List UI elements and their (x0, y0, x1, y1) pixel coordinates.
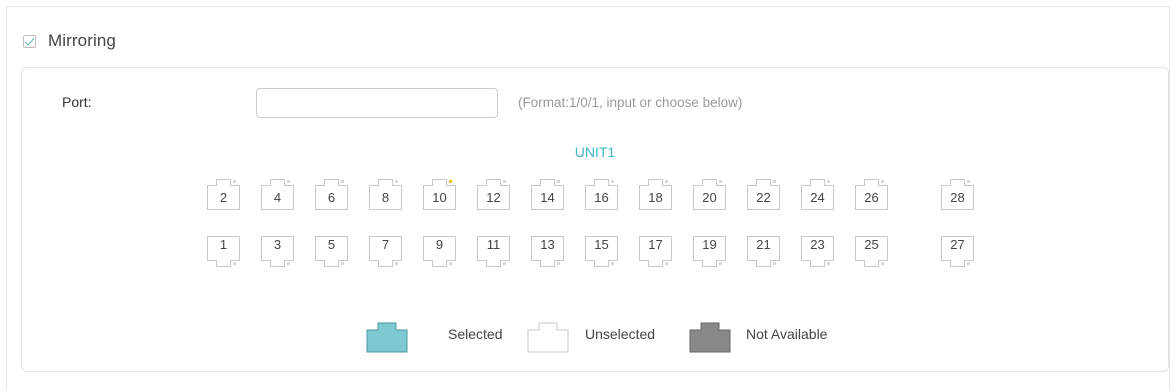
port-format-hint: (Format:1/0/1, input or choose below) (518, 95, 743, 110)
port-number: 25 (864, 237, 879, 252)
unit-label: UNIT1 (574, 144, 616, 160)
port-led-icon (557, 262, 560, 265)
port-number: 19 (702, 237, 717, 252)
port-led-icon (827, 262, 830, 265)
port-25[interactable]: 25 (855, 236, 888, 268)
port-number: 13 (540, 237, 555, 252)
selected-port-icon (366, 322, 408, 353)
port-led-icon (395, 262, 398, 265)
port-5[interactable]: 5 (315, 236, 348, 268)
port-number: 3 (273, 237, 282, 252)
port-led-icon (233, 180, 236, 183)
port-24[interactable]: 24 (801, 178, 834, 210)
port-number: 5 (327, 237, 336, 252)
port-number: 27 (950, 237, 965, 252)
port-12[interactable]: 12 (477, 178, 510, 210)
port-9[interactable]: 9 (423, 236, 456, 268)
link-indicator-icon (449, 180, 452, 183)
port-led-icon (881, 180, 884, 183)
port-input[interactable] (256, 88, 498, 118)
legend-not-available-label: Not Available (746, 326, 828, 342)
port-number: 9 (435, 237, 444, 252)
mirroring-panel: Port: (Format:1/0/1, input or choose bel… (21, 67, 1169, 372)
port-led-icon (287, 262, 290, 265)
port-number: 1 (219, 237, 228, 252)
port-number: 28 (950, 190, 965, 205)
port-label: Port: (62, 94, 92, 110)
port-10[interactable]: 10 (423, 178, 456, 210)
port-28[interactable]: 28 (941, 178, 974, 210)
port-4[interactable]: 4 (261, 178, 294, 210)
port-led-icon (611, 180, 614, 183)
mirroring-checkbox[interactable] (23, 34, 36, 48)
port-20[interactable]: 20 (693, 178, 726, 210)
port-number: 20 (702, 190, 717, 205)
port-number: 7 (381, 237, 390, 252)
unselected-port-icon (527, 322, 569, 353)
port-number: 6 (327, 190, 336, 205)
port-led-icon (449, 262, 452, 265)
port-number: 24 (810, 190, 825, 205)
port-number: 8 (381, 190, 390, 205)
legend-unselected-label: Unselected (585, 326, 656, 342)
mirroring-title: Mirroring (48, 31, 116, 50)
port-16[interactable]: 16 (585, 178, 618, 210)
port-led-icon (503, 180, 506, 183)
port-2[interactable]: 2 (207, 178, 240, 210)
port-11[interactable]: 11 (477, 236, 510, 268)
port-led-icon (233, 262, 236, 265)
port-1[interactable]: 1 (207, 236, 240, 268)
port-led-icon (967, 180, 970, 183)
port-21[interactable]: 21 (747, 236, 780, 268)
port-6[interactable]: 6 (315, 178, 348, 210)
port-led-icon (341, 180, 344, 183)
port-17[interactable]: 17 (639, 236, 672, 268)
port-led-icon (967, 262, 970, 265)
port-led-icon (395, 180, 398, 183)
port-led-icon (719, 180, 722, 183)
port-led-icon (881, 262, 884, 265)
port-led-icon (287, 180, 290, 183)
port-number: 4 (273, 190, 282, 205)
port-13[interactable]: 13 (531, 236, 564, 268)
port-number: 14 (540, 190, 555, 205)
port-led-icon (719, 262, 722, 265)
port-led-icon (665, 262, 668, 265)
port-led-icon (557, 180, 560, 183)
port-number: 17 (648, 237, 663, 252)
port-led-icon (827, 180, 830, 183)
port-23[interactable]: 23 (801, 236, 834, 268)
port-18[interactable]: 18 (639, 178, 672, 210)
port-number: 23 (810, 237, 825, 252)
port-27[interactable]: 27 (941, 236, 974, 268)
port-number: 26 (864, 190, 879, 205)
port-14[interactable]: 14 (531, 178, 564, 210)
port-number: 15 (594, 237, 609, 252)
port-22[interactable]: 22 (747, 178, 780, 210)
port-19[interactable]: 19 (693, 236, 726, 268)
port-15[interactable]: 15 (585, 236, 618, 268)
port-number: 10 (432, 190, 447, 205)
port-number: 18 (648, 190, 663, 205)
port-number: 16 (594, 190, 609, 205)
port-number: 12 (486, 190, 501, 205)
port-number: 2 (219, 190, 228, 205)
port-led-icon (503, 262, 506, 265)
legend-selected-label: Selected (448, 326, 503, 342)
mirroring-section: Mirroring Port: (Format:1/0/1, input or … (6, 6, 1170, 390)
port-number: 21 (756, 237, 771, 252)
port-26[interactable]: 26 (855, 178, 888, 210)
port-led-icon (611, 262, 614, 265)
mirroring-header: Mirroring (23, 31, 116, 51)
port-number: 11 (486, 237, 501, 252)
port-led-icon (773, 262, 776, 265)
not-available-port-icon (689, 322, 731, 353)
port-led-icon (341, 262, 344, 265)
port-8[interactable]: 8 (369, 178, 402, 210)
port-led-icon (773, 180, 776, 183)
port-7[interactable]: 7 (369, 236, 402, 268)
port-3[interactable]: 3 (261, 236, 294, 268)
port-led-icon (665, 180, 668, 183)
port-number: 22 (756, 190, 771, 205)
